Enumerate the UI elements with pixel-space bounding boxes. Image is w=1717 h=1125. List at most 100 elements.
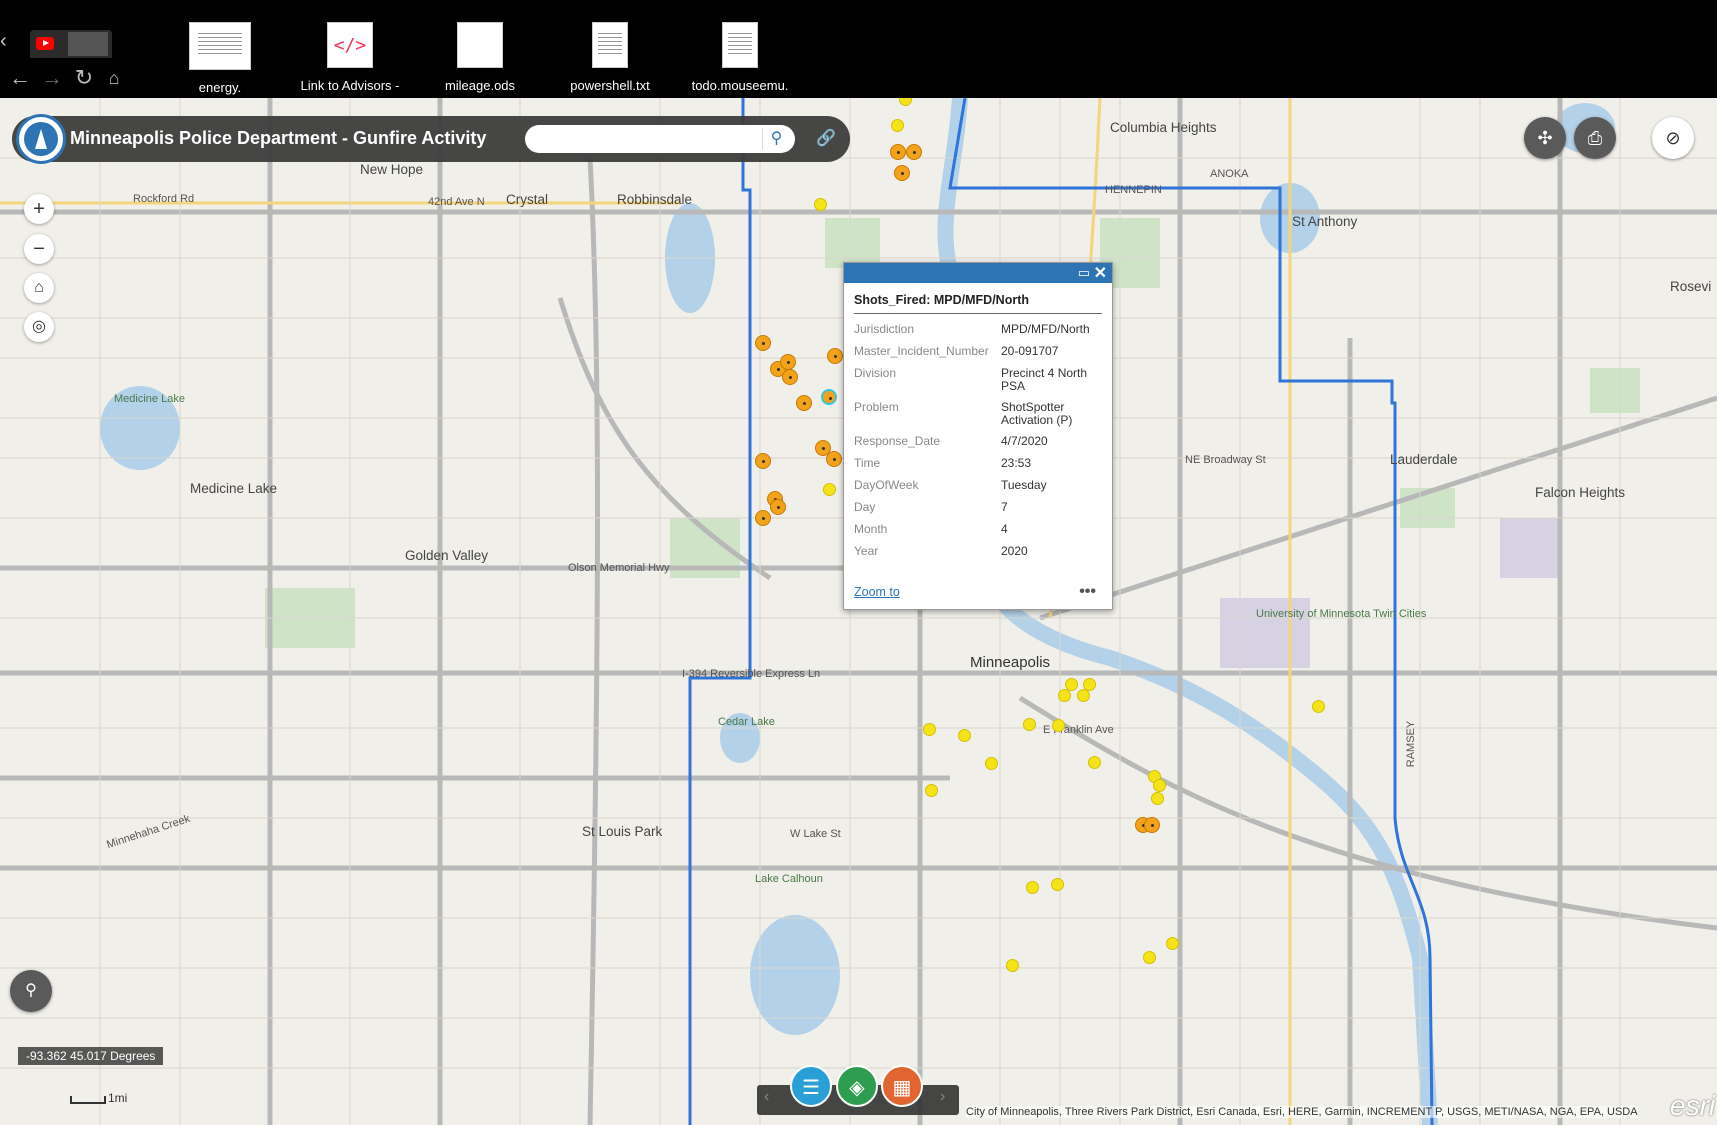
road-label: NE Broadway St [1185, 454, 1266, 466]
incident-point[interactable] [1052, 719, 1065, 732]
incident-point[interactable] [1058, 689, 1071, 702]
attribute-key: Day [854, 500, 876, 514]
attribute-key: Year [854, 544, 879, 558]
incident-point[interactable] [906, 144, 922, 160]
attribute-value: 23:53 [1001, 456, 1032, 470]
incident-point[interactable] [1312, 700, 1325, 713]
attribute-value: ShotSpotter Activation (P) [1001, 400, 1073, 427]
search-icon[interactable]: ⚲ [762, 128, 790, 150]
print-icon[interactable]: ⎙ [1574, 117, 1616, 159]
incident-point[interactable] [891, 119, 904, 132]
forward-icon[interactable]: → [38, 64, 66, 92]
desktop-icon-todo[interactable]: todo.mouseemu. [690, 22, 790, 93]
home-icon[interactable]: ⌂ [24, 273, 54, 303]
chevron-left-icon[interactable]: ‹ [0, 30, 20, 58]
desktop-icon-label: powershell.txt [570, 78, 650, 93]
tab-thumbnail [68, 32, 108, 56]
selected-incident-point[interactable] [821, 389, 837, 405]
youtube-icon [36, 37, 54, 50]
incident-point[interactable] [1153, 779, 1166, 792]
county-label: RAMSEY [1405, 720, 1418, 768]
campus [1500, 518, 1560, 578]
compass-icon[interactable]: ✣ [1524, 117, 1566, 159]
spreadsheet-icon [457, 22, 503, 68]
browser-tab-youtube[interactable] [30, 30, 112, 58]
place-label: Golden Valley [405, 548, 489, 563]
incident-point[interactable] [823, 483, 836, 496]
coordinate-readout: -93.362 45.017 Degrees [18, 1047, 164, 1065]
incident-point[interactable] [1144, 817, 1160, 833]
incident-point[interactable] [782, 369, 798, 385]
zoom-out-button[interactable]: − [24, 234, 54, 264]
place-label: Medicine Lake [114, 393, 185, 405]
incident-point[interactable] [958, 729, 971, 742]
incident-point[interactable] [796, 395, 812, 411]
incident-point[interactable] [1026, 881, 1039, 894]
map-view[interactable]: Minneapolis Columbia Heights St Anthony … [0, 98, 1717, 1125]
back-icon[interactable]: ← [6, 64, 34, 92]
grid-icon[interactable]: ▦ [881, 1065, 923, 1107]
incident-point[interactable] [1077, 689, 1090, 702]
attribute-value: Tuesday [1001, 478, 1047, 492]
scale-bar [70, 1096, 106, 1104]
place-label: University of Minnesota Twin Cities [1256, 608, 1427, 620]
desktop-icon-energy[interactable]: energy. [170, 22, 270, 95]
incident-point[interactable] [1151, 792, 1164, 805]
incident-point[interactable] [1006, 959, 1019, 972]
scale-label: 1mi [108, 1091, 128, 1105]
search-input[interactable] [525, 125, 795, 153]
maximize-icon[interactable]: ▭ [1078, 265, 1090, 281]
reload-icon[interactable]: ↻ [70, 64, 98, 92]
road-label: 42nd Ave N [428, 196, 485, 208]
incident-point[interactable] [755, 335, 771, 351]
desktop-icon-mileage[interactable]: mileage.ods [430, 22, 530, 93]
incident-point[interactable] [925, 784, 938, 797]
attribute-value: 4/7/2020 [1001, 434, 1048, 448]
place-label: Lake Calhoun [755, 873, 823, 885]
incident-point[interactable] [1023, 718, 1036, 731]
place-label: Crystal [506, 192, 549, 207]
more-options-icon[interactable]: ••• [1079, 583, 1096, 601]
incident-point[interactable] [1166, 937, 1179, 950]
incident-point[interactable] [985, 757, 998, 770]
incident-point[interactable] [770, 499, 786, 515]
search-location-button[interactable]: ⚲ [10, 970, 52, 1012]
esri-logo: esri [1670, 1090, 1716, 1121]
locate-icon[interactable]: ◎ [24, 312, 54, 342]
desktop-icon-powershell[interactable]: powershell.txt [560, 22, 660, 93]
incident-point[interactable] [826, 451, 842, 467]
attribute-row: DayOfWeek Tuesday [854, 476, 1104, 498]
place-label: Cedar Lake [718, 716, 775, 728]
place-label: St Anthony [1292, 214, 1358, 229]
incident-point[interactable] [827, 348, 843, 364]
incident-point[interactable] [814, 198, 827, 211]
close-icon[interactable]: ✕ [1094, 263, 1107, 283]
attribute-value: 20-091707 [1001, 344, 1059, 358]
incident-point[interactable] [1088, 756, 1101, 769]
layers-icon[interactable]: ◈ [836, 1065, 878, 1107]
basemap [0, 98, 1717, 1125]
incident-point[interactable] [890, 144, 906, 160]
incident-point[interactable] [755, 510, 771, 526]
incident-point[interactable] [1051, 878, 1064, 891]
incident-point[interactable] [894, 165, 910, 181]
eye-off-icon[interactable]: ⊘ [1652, 117, 1694, 159]
desktop-icon-link[interactable]: </> Link to Advisors - [300, 22, 400, 93]
attribute-key: Time [854, 456, 881, 470]
desktop-icon-label: mileage.ods [444, 78, 516, 93]
zoom-to-link[interactable]: Zoom to [854, 585, 900, 599]
link-icon[interactable]: 🔗 [812, 127, 840, 151]
attribute-row: Division Precinct 4 North PSA [854, 364, 1104, 398]
popup-heading: Shots_Fired: MPD/MFD/North [854, 293, 1102, 314]
incident-point[interactable] [1143, 951, 1156, 964]
incident-point[interactable] [923, 723, 936, 736]
list-icon[interactable]: ☰ [790, 1065, 832, 1107]
desktop-icon-label: energy. [198, 80, 242, 95]
browser-home-icon[interactable]: ⌂ [100, 64, 128, 92]
chevron-left-icon[interactable]: ‹ [764, 1088, 769, 1106]
chevron-right-icon[interactable]: › [940, 1088, 945, 1106]
incident-point[interactable] [780, 354, 796, 370]
county-label: HENNEPIN [1105, 184, 1162, 196]
incident-point[interactable] [755, 453, 771, 469]
zoom-in-button[interactable]: + [24, 194, 54, 224]
